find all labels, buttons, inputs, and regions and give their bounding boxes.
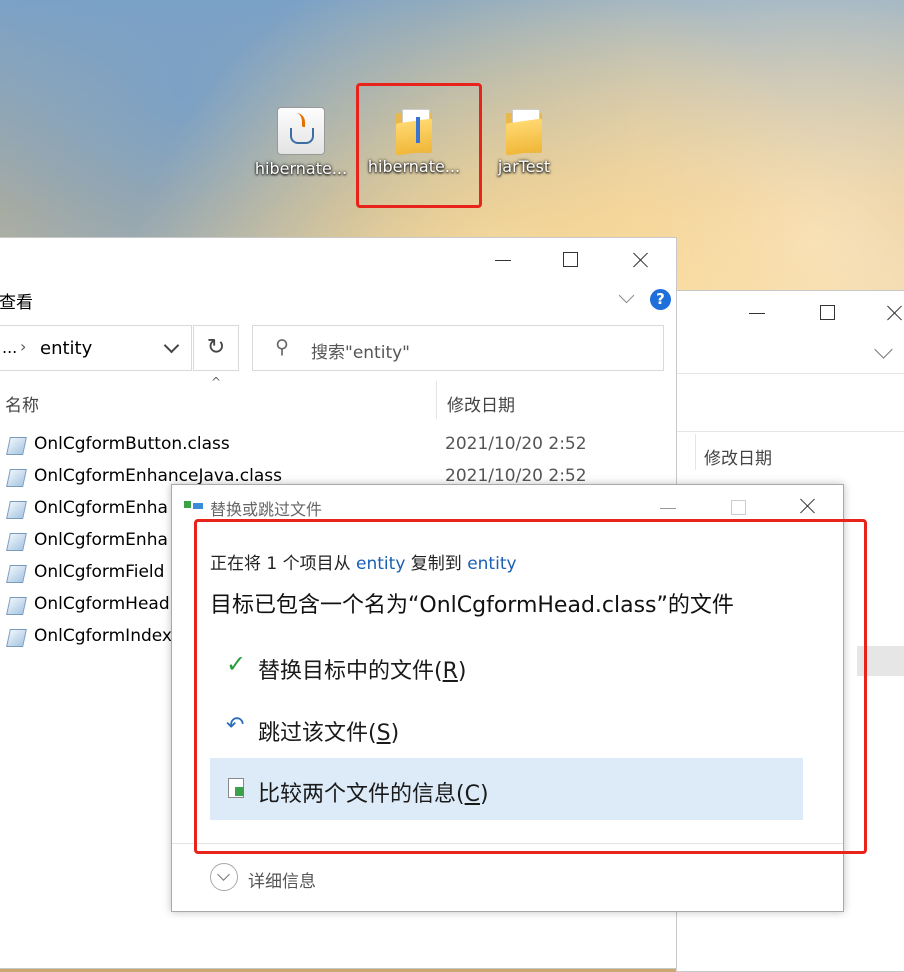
minimize-icon[interactable]: [495, 260, 511, 261]
chevron-down-icon[interactable]: [618, 287, 635, 304]
desktop-icon-label: jarTest: [497, 157, 551, 176]
close-icon[interactable]: [800, 498, 816, 514]
file-name: OnlCgformEnha: [34, 530, 168, 550]
search-input[interactable]: ⚲ 搜索"entity": [252, 325, 664, 371]
file-name: OnlCgformEnhanceJava.class: [34, 466, 282, 486]
desktop-icon-hibernate-jar[interactable]: hibernate...: [251, 107, 351, 178]
refresh-icon[interactable]: ↻: [193, 325, 239, 371]
file-icon: [5, 437, 25, 453]
sort-up-icon: ^: [211, 375, 222, 389]
desktop-icon-label: hibernate...: [254, 159, 348, 178]
breadcrumb-overflow[interactable]: ...: [2, 338, 17, 357]
ribbon-tab-view[interactable]: 查看: [0, 288, 33, 313]
java-jar-icon: [277, 107, 325, 155]
column-header-modified[interactable]: 修改日期: [447, 391, 515, 416]
breadcrumb-current[interactable]: entity: [40, 338, 92, 359]
highlight-box-folder: [356, 83, 482, 208]
file-name: OnlCgformField: [34, 562, 165, 582]
file-name: OnlCgformButton.class: [34, 434, 230, 454]
folder-icon: [504, 107, 544, 156]
file-date: 2021/10/20 2:52: [445, 466, 587, 486]
maximize-icon[interactable]: [820, 305, 835, 320]
file-name: OnlCgformEnha: [34, 498, 168, 518]
file-icon: [5, 597, 25, 613]
chevron-down-icon[interactable]: [874, 340, 893, 359]
column-header-name[interactable]: 名称: [5, 391, 39, 416]
maximize-icon[interactable]: [563, 252, 578, 267]
breadcrumb-separator-icon: ›: [20, 337, 27, 356]
column-header-modified[interactable]: 修改日期: [704, 444, 772, 469]
help-icon[interactable]: ?: [650, 289, 671, 310]
file-icon: [5, 469, 25, 485]
minimize-icon[interactable]: [660, 508, 676, 509]
expand-details-icon[interactable]: [210, 863, 238, 891]
close-icon[interactable]: [887, 305, 903, 321]
chevron-down-icon[interactable]: [163, 337, 180, 354]
list-item[interactable]: OnlCgformButton.class 2021/10/20 2:52: [0, 429, 674, 461]
dialog-title: 替换或跳过文件: [210, 500, 323, 519]
file-icon: [5, 629, 25, 645]
file-icon: [5, 533, 25, 549]
highlight-box-dialog: [194, 519, 867, 854]
search-placeholder: 搜索"entity": [311, 343, 410, 363]
file-name: OnlCgformIndex: [34, 626, 172, 646]
details-link[interactable]: 详细信息: [248, 867, 316, 892]
file-date: 2021/10/20 2:52: [445, 434, 587, 454]
file-icon: [5, 565, 25, 581]
desktop-icon-jartest-folder[interactable]: jarTest: [474, 107, 574, 176]
file-icon: [5, 501, 25, 517]
maximize-icon: [731, 500, 746, 515]
file-name: OnlCgformHead: [34, 594, 170, 614]
address-bar[interactable]: ... › entity: [0, 325, 192, 371]
copy-icon: [184, 499, 204, 513]
search-icon: ⚲: [275, 336, 289, 358]
close-icon[interactable]: [633, 252, 649, 268]
minimize-icon[interactable]: [749, 313, 765, 314]
